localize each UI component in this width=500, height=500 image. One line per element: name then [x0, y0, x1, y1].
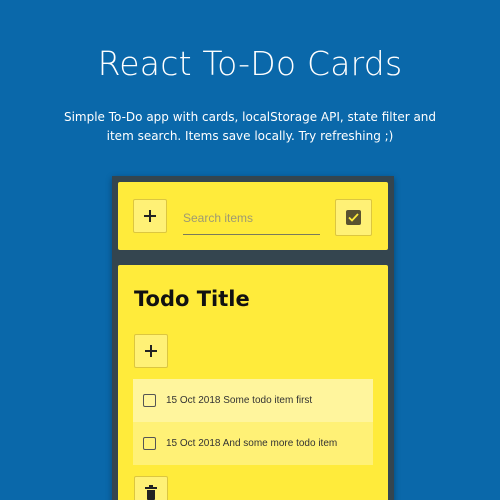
plus-icon [144, 210, 156, 222]
card-title: Todo Title [134, 287, 250, 311]
trash-icon [145, 484, 157, 500]
page-description: Simple To-Do app with cards, localStorag… [63, 110, 437, 143]
page-title: React To-Do Cards [97, 44, 403, 83]
item-text: 15 Oct 2018 And some more todo item [166, 438, 338, 449]
checkbox-checked-icon [346, 210, 361, 225]
add-card-button[interactable] [133, 199, 167, 233]
page: React To-Do Cards Simple To-Do app with … [0, 0, 500, 500]
todo-item: 15 Oct 2018 Some todo item first [133, 379, 373, 422]
todo-item: 15 Oct 2018 And some more todo item [133, 422, 373, 465]
todo-card: Todo Title 15 Oct 2018 Some todo item fi… [118, 265, 388, 500]
plus-icon [145, 345, 157, 357]
filter-completed-button[interactable] [335, 199, 372, 236]
add-item-button[interactable] [134, 334, 168, 368]
delete-card-button[interactable] [134, 476, 168, 500]
todo-app: Todo Title 15 Oct 2018 Some todo item fi… [112, 176, 394, 500]
search-input[interactable] [183, 207, 320, 235]
item-checkbox[interactable] [143, 437, 156, 450]
item-text: 15 Oct 2018 Some todo item first [166, 395, 313, 406]
toolbar [118, 182, 388, 250]
item-checkbox[interactable] [143, 394, 156, 407]
